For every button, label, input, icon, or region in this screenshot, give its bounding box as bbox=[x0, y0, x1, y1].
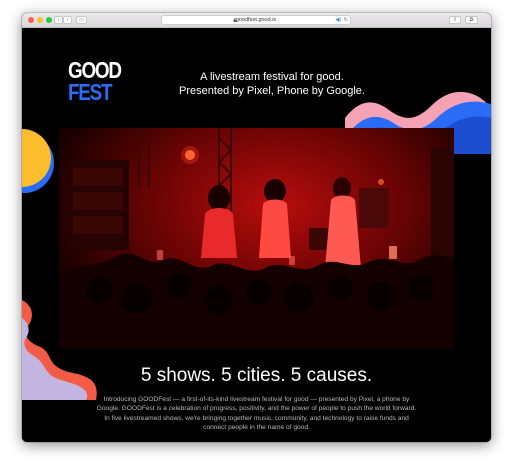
browser-toolbar: ‹ › ▭ goodfest.good.is ◀) ↻ ⇪ ⧉ bbox=[22, 13, 491, 28]
reload-icon[interactable]: ↻ bbox=[344, 17, 348, 24]
tagline-line-2: Presented by Pixel, Phone by Google. bbox=[179, 85, 365, 97]
concert-stage-photo-icon bbox=[59, 128, 454, 349]
browser-window: ‹ › ▭ goodfest.good.is ◀) ↻ ⇪ ⧉ GOOD FES… bbox=[22, 13, 491, 442]
page-content: GOOD FEST A livestream festival for good… bbox=[22, 28, 491, 442]
intro-paragraph: Introducing GOODFest — a first-of-its-ki… bbox=[96, 396, 417, 432]
url-text: goodfest.good.is bbox=[235, 17, 277, 23]
sidebar-toggle-button[interactable]: ▭ bbox=[76, 16, 87, 24]
tagline: A livestream festival for good. Presente… bbox=[142, 70, 402, 98]
yellow-circle-shape bbox=[22, 129, 54, 193]
logo-fest-text: FEST bbox=[68, 79, 113, 105]
address-bar[interactable]: goodfest.good.is ◀) ↻ bbox=[161, 15, 351, 25]
hero-concert-photo bbox=[59, 128, 454, 349]
forward-button[interactable]: › bbox=[63, 16, 72, 24]
goodfest-logo[interactable]: GOOD FEST bbox=[68, 57, 122, 105]
zoom-window-button[interactable] bbox=[46, 17, 52, 23]
tabs-button[interactable]: ⧉ bbox=[465, 16, 478, 24]
audio-icon[interactable]: ◀) bbox=[335, 17, 341, 24]
tagline-line-1: A livestream festival for good. bbox=[200, 71, 344, 83]
minimize-window-button[interactable] bbox=[37, 17, 43, 23]
share-button[interactable]: ⇪ bbox=[449, 16, 461, 24]
close-window-button[interactable] bbox=[28, 17, 34, 23]
headline: 5 shows. 5 cities. 5 causes. bbox=[140, 365, 373, 386]
back-button[interactable]: ‹ bbox=[54, 16, 63, 24]
logo-good-text: GOOD bbox=[68, 57, 122, 83]
